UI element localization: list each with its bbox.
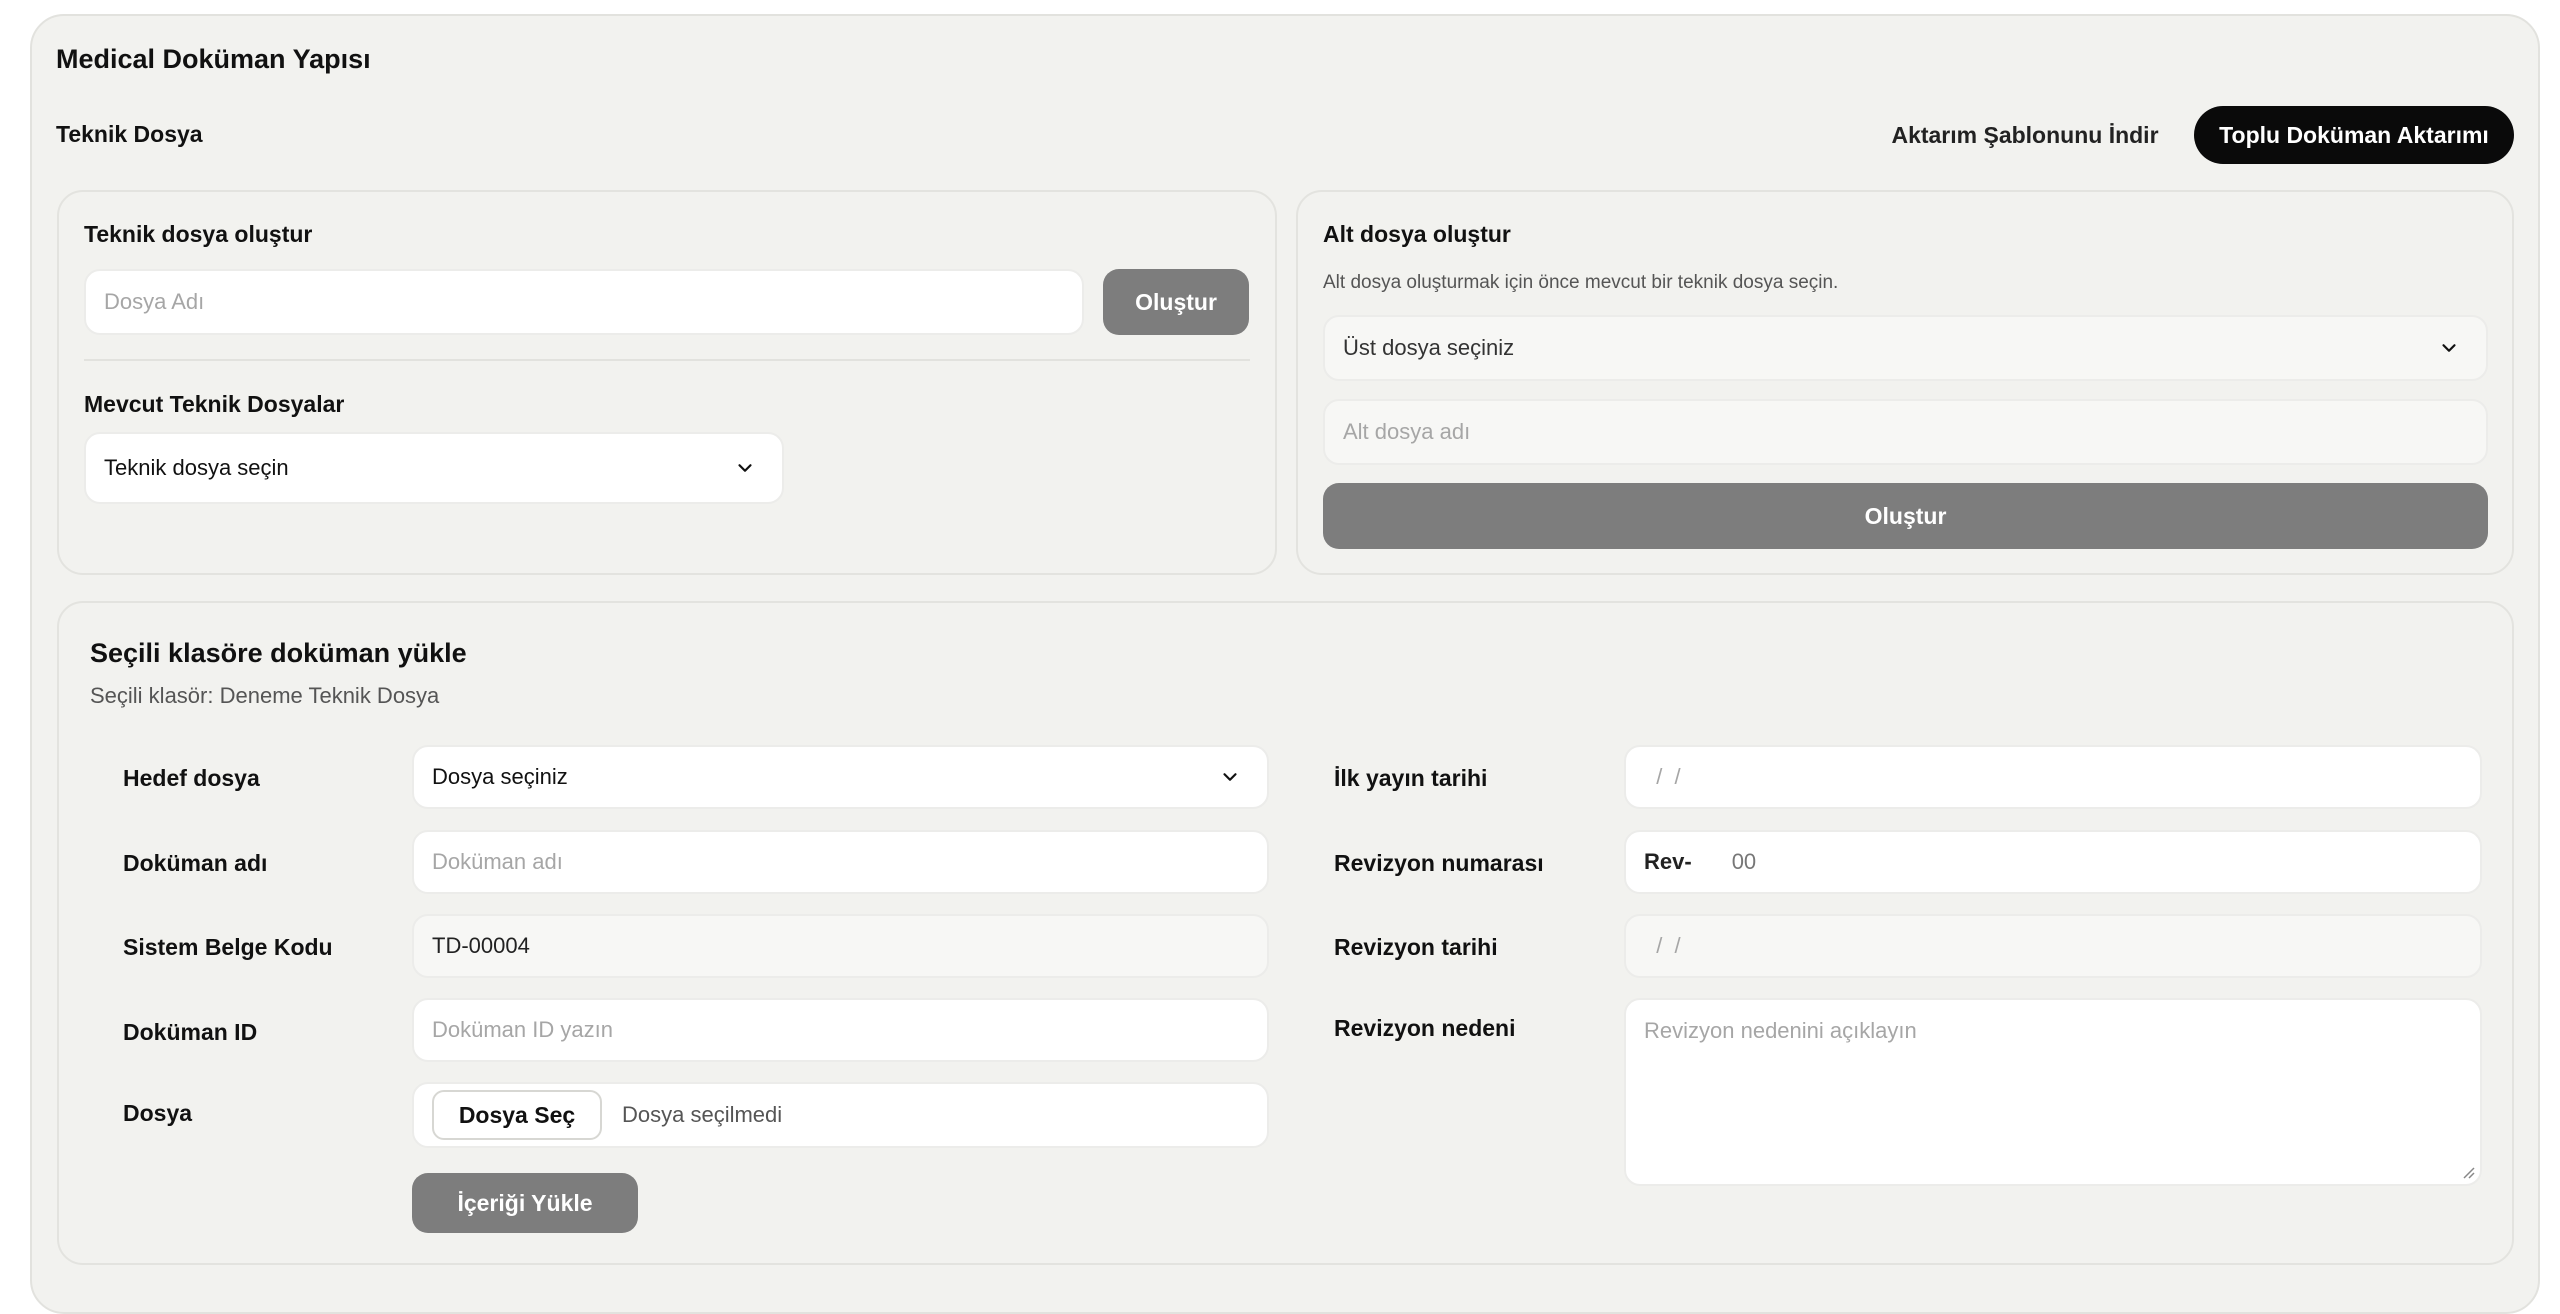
existing-tech-files-title: Mevcut Teknik Dosyalar <box>84 391 345 417</box>
rev-no-input[interactable]: Rev- 00 <box>1624 830 2482 894</box>
first-pub-date-label: İlk yayın tarihi <box>1334 765 1488 791</box>
choose-file-button[interactable]: Dosya Seç <box>432 1090 602 1140</box>
existing-tech-file-select-value: Teknik dosya seçin <box>104 455 289 480</box>
tech-file-name-input[interactable]: Dosya Adı <box>84 269 1084 335</box>
rev-prefix: Rev- <box>1644 849 1692 874</box>
chevron-down-icon <box>738 464 752 472</box>
rev-reason-placeholder: Revizyon nedenini açıklayın <box>1644 1018 1917 1043</box>
doc-id-label: Doküman ID <box>123 1019 258 1045</box>
tech-file-name-placeholder: Dosya Adı <box>104 289 205 314</box>
upload-content-button[interactable]: İçeriği Yükle <box>412 1173 638 1233</box>
system-code-value: TD-00004 <box>432 933 530 958</box>
parent-file-select-value: Üst dosya seçiniz <box>1343 335 1515 360</box>
rev-no-value: 00 <box>1731 849 1757 874</box>
selected-folder-text: Seçili klasör: Deneme Teknik Dosya <box>90 683 440 708</box>
download-template-button[interactable]: Aktarım Şablonunu İndir <box>1880 108 2170 162</box>
create-tech-file-title: Teknik dosya oluştur <box>84 221 313 247</box>
file-label: Dosya <box>123 1100 193 1126</box>
divider <box>84 359 1250 361</box>
no-file-text: Dosya seçilmedi <box>622 1102 783 1127</box>
create-sub-file-title: Alt dosya oluştur <box>1323 221 1511 247</box>
doc-name-input[interactable]: Doküman adı <box>412 830 1269 894</box>
section-label-teknik-dosya: Teknik Dosya <box>56 121 203 147</box>
rev-date-input[interactable]: / / <box>1624 914 2482 978</box>
create-tech-file-button[interactable]: Oluştur <box>1103 269 1249 335</box>
doc-name-label: Doküman adı <box>123 850 268 876</box>
page-title: Medical Doküman Yapısı <box>56 44 371 74</box>
bulk-import-button[interactable]: Toplu Doküman Aktarımı <box>2194 106 2514 164</box>
target-file-label: Hedef dosya <box>123 765 260 791</box>
system-code-field: TD-00004 <box>412 914 1269 978</box>
system-code-label: Sistem Belge Kodu <box>123 934 333 960</box>
create-sub-file-hint: Alt dosya oluşturmak için önce mevcut bi… <box>1323 272 1839 293</box>
target-file-select[interactable]: Dosya seçiniz <box>412 745 1269 809</box>
resize-grip-icon[interactable] <box>2460 1164 2476 1180</box>
target-file-select-value: Dosya seçiniz <box>432 764 568 789</box>
create-sub-file-button[interactable]: Oluştur <box>1323 483 2488 549</box>
first-pub-date-input[interactable]: / / <box>1624 745 2482 809</box>
sub-file-name-input[interactable]: Alt dosya adı <box>1323 399 2488 465</box>
doc-id-input[interactable]: Doküman ID yazın <box>412 998 1269 1062</box>
doc-name-placeholder: Doküman adı <box>432 849 563 874</box>
parent-file-select[interactable]: Üst dosya seçiniz <box>1323 315 2488 381</box>
sub-file-name-placeholder: Alt dosya adı <box>1343 419 1471 444</box>
chevron-down-icon <box>2442 344 2456 352</box>
upload-title: Seçili klasöre doküman yükle <box>90 638 467 668</box>
rev-no-label: Revizyon numarası <box>1334 850 1544 876</box>
chevron-down-icon <box>1223 773 1237 781</box>
rev-date-value: / / <box>1644 933 1681 958</box>
rev-date-label: Revizyon tarihi <box>1334 934 1498 960</box>
rev-reason-label: Revizyon nedeni <box>1334 1015 1516 1041</box>
first-pub-date-value: / / <box>1644 764 1681 789</box>
rev-reason-textarea[interactable]: Revizyon nedenini açıklayın <box>1624 998 2482 1186</box>
existing-tech-file-select[interactable]: Teknik dosya seçin <box>84 432 784 504</box>
doc-id-placeholder: Doküman ID yazın <box>432 1017 613 1042</box>
